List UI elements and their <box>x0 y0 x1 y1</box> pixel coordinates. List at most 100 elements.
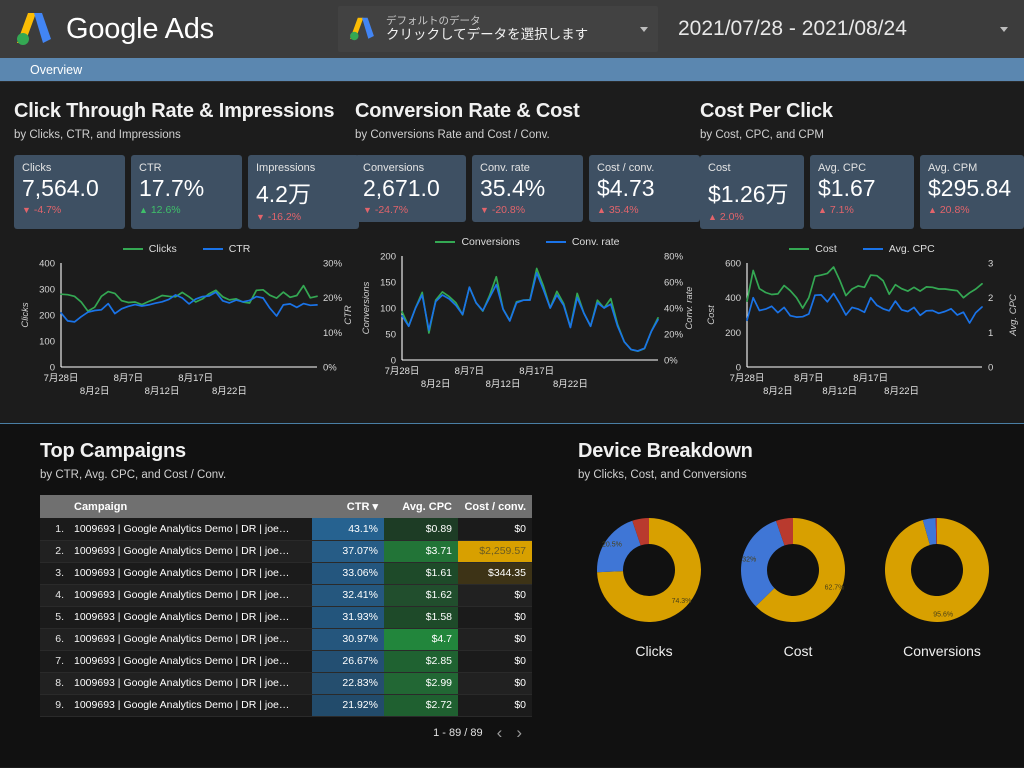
row-campaign-name: 1009693 | Google Analytics Demo | DR | j… <box>68 694 312 717</box>
column-header-cost-per-conv[interactable]: Cost / conv. <box>458 495 532 518</box>
row-campaign-name: 1009693 | Google Analytics Demo | DR | j… <box>68 562 312 585</box>
panel-subtitle: by Cost, CPC, and CPM <box>700 129 824 141</box>
scorecard-delta: ▲ 2.0% <box>708 211 744 223</box>
google-ads-logo-icon <box>14 9 54 49</box>
legend-label: Conversions <box>461 236 520 248</box>
table-row[interactable]: 4. 1009693 | Google Analytics Demo | DR |… <box>40 584 532 607</box>
scorecard-conv-rate[interactable]: Conv. rate 35.4% ▼ -20.8% <box>472 155 583 222</box>
scorecard-value: $1.26万 <box>708 181 789 207</box>
svg-text:0: 0 <box>736 363 741 374</box>
scorecard-group: Conversions 2,671.0 ▼ -24.7% Conv. rate … <box>355 155 700 222</box>
data-source-logo-icon <box>348 15 376 43</box>
column-header-campaign[interactable]: Campaign <box>68 495 312 518</box>
panel-click-through-rate: Click Through Rate & Impressions by Clic… <box>14 82 359 401</box>
row-ctr: 32.41% <box>312 584 384 607</box>
legend-swatch-icon <box>435 240 456 244</box>
svg-text:8月22日: 8月22日 <box>212 386 247 397</box>
scorecard-delta: ▲ 12.6% <box>139 204 181 216</box>
svg-text:0: 0 <box>391 356 396 367</box>
table-row[interactable]: 8. 1009693 | Google Analytics Demo | DR |… <box>40 672 532 695</box>
legend-item: Clicks <box>122 241 177 257</box>
scorecard-delta: ▲ 7.1% <box>818 204 854 216</box>
donut-cost[interactable]: 62.7% 32% Cost <box>728 507 868 659</box>
scorecard-value: $4.73 <box>597 175 655 201</box>
chevron-down-icon <box>640 26 648 32</box>
scorecard-conversions[interactable]: Conversions 2,671.0 ▼ -24.7% <box>355 155 466 222</box>
legend-label: CTR <box>228 243 251 255</box>
svg-text:74.3%: 74.3% <box>672 598 692 605</box>
donut-caption: Conversions <box>903 643 981 659</box>
table-row[interactable]: 1. 1009693 | Google Analytics Demo | DR |… <box>40 518 532 541</box>
svg-text:400: 400 <box>725 293 741 304</box>
svg-text:3: 3 <box>988 259 993 270</box>
date-range-selector[interactable]: 2021/07/28 - 2021/08/24 <box>678 10 1008 48</box>
row-avg-cpc: $1.61 <box>384 562 458 585</box>
column-header-rank <box>40 495 68 518</box>
table-row[interactable]: 6. 1009693 | Google Analytics Demo | DR |… <box>40 628 532 651</box>
legend-item: Cost <box>789 241 837 257</box>
scorecard-cost[interactable]: Cost $1.26万 ▲ 2.0% <box>700 155 804 229</box>
scorecard-clicks[interactable]: Clicks 7,564.0 ▼ -4.7% <box>14 155 125 229</box>
chart-cost-cpc[interactable]: Cost Avg. CPC 0 200 400 600 0 1 2 3 Cost Avg. CPC… <box>700 241 1024 401</box>
data-source-selector[interactable]: デフォルトのデータ クリックしてデータを選択します <box>338 6 658 52</box>
scorecard-cost-per-conv[interactable]: Cost / conv. $4.73 ▲ 35.4% <box>589 155 700 222</box>
scorecard-ctr[interactable]: CTR 17.7% ▲ 12.6% <box>131 155 242 229</box>
chart-legend: Conversions Conv. rate <box>355 234 700 250</box>
svg-text:7月28日: 7月28日 <box>730 373 765 384</box>
row-campaign-name: 1009693 | Google Analytics Demo | DR | j… <box>68 650 312 673</box>
scorecard-delta-value: -20.8% <box>491 204 526 216</box>
scorecard-avg-cpc[interactable]: Avg. CPC $1.67 ▲ 7.1% <box>810 155 914 229</box>
svg-text:8月7日: 8月7日 <box>794 373 824 384</box>
svg-text:8月22日: 8月22日 <box>553 379 588 390</box>
column-header-avg-cpc[interactable]: Avg. CPC <box>384 495 458 518</box>
svg-text:100: 100 <box>380 304 396 315</box>
svg-text:2: 2 <box>988 293 993 304</box>
pagination-next-icon[interactable]: › <box>516 724 522 741</box>
row-rank: 2. <box>40 540 68 563</box>
table-row[interactable]: 9. 1009693 | Google Analytics Demo | DR |… <box>40 694 532 717</box>
row-ctr: 33.06% <box>312 562 384 585</box>
scorecard-delta-value: 20.8% <box>939 204 970 216</box>
row-rank: 8. <box>40 672 68 695</box>
scorecard-delta-value: -16.2% <box>267 211 302 223</box>
legend-swatch-icon <box>122 247 143 251</box>
row-ctr: 22.83% <box>312 672 384 695</box>
row-rank: 1. <box>40 518 68 541</box>
row-rank: 3. <box>40 562 68 585</box>
top-metrics-section: Click Through Rate & Impressions by Clic… <box>0 82 1024 424</box>
donut-chart-svg: 62.7% 32% <box>741 518 846 622</box>
scorecard-value: $295.84 <box>928 175 1012 201</box>
panel-title: Cost Per Click <box>700 100 833 122</box>
table-row[interactable]: 7. 1009693 | Google Analytics Demo | DR |… <box>40 650 532 673</box>
scorecard-delta-value: 2.0% <box>719 211 744 223</box>
column-header-ctr[interactable]: CTR ▾ <box>312 495 384 518</box>
svg-text:62.7%: 62.7% <box>825 585 845 592</box>
donut-clicks[interactable]: 74.3% 20.5% Clicks <box>584 507 724 659</box>
legend-swatch-icon <box>202 247 223 251</box>
svg-text:400: 400 <box>39 259 55 270</box>
legend-label: Cost <box>815 243 837 255</box>
scorecard-label: Conv. rate <box>480 162 530 174</box>
svg-text:95.6%: 95.6% <box>933 612 953 619</box>
svg-text:8月2日: 8月2日 <box>80 386 110 397</box>
svg-text:300: 300 <box>39 285 55 296</box>
chart-clicks-ctr[interactable]: Clicks CTR 0 100 200 300 400 0% 10% 20% 30% Click… <box>14 241 359 401</box>
row-ctr: 43.1% <box>312 518 384 541</box>
table-row[interactable]: 2. 1009693 | Google Analytics Demo | DR |… <box>40 540 532 563</box>
scorecard-impressions[interactable]: Impressions 4.2万 ▼ -16.2% <box>248 155 359 229</box>
scorecard-label: Impressions <box>256 162 316 174</box>
nav-tab-overview[interactable]: Overview <box>30 63 82 77</box>
row-avg-cpc: $2.85 <box>384 650 458 673</box>
chart-legend: Clicks CTR <box>14 241 359 257</box>
chart-conversions-rate[interactable]: Conversions Conv. rate 0 50 100 150 200 0% 20%… <box>355 234 700 394</box>
table-row[interactable]: 3. 1009693 | Google Analytics Demo | DR |… <box>40 562 532 585</box>
pagination-prev-icon[interactable]: ‹ <box>497 724 503 741</box>
donut-conversions[interactable]: 95.6% Conversions <box>872 507 1012 659</box>
table-row[interactable]: 5. 1009693 | Google Analytics Demo | DR |… <box>40 606 532 629</box>
panel-subtitle: by CTR, Avg. CPC, and Cost / Conv. <box>40 469 227 481</box>
scorecard-label: Avg. CPC <box>818 162 867 174</box>
scorecard-delta-value: -24.7% <box>374 204 409 216</box>
scorecard-avg-cpm[interactable]: Avg. CPM $295.84 ▲ 20.8% <box>920 155 1024 229</box>
legend-label: Conv. rate <box>571 236 620 248</box>
scorecard-label: CTR <box>139 162 162 174</box>
